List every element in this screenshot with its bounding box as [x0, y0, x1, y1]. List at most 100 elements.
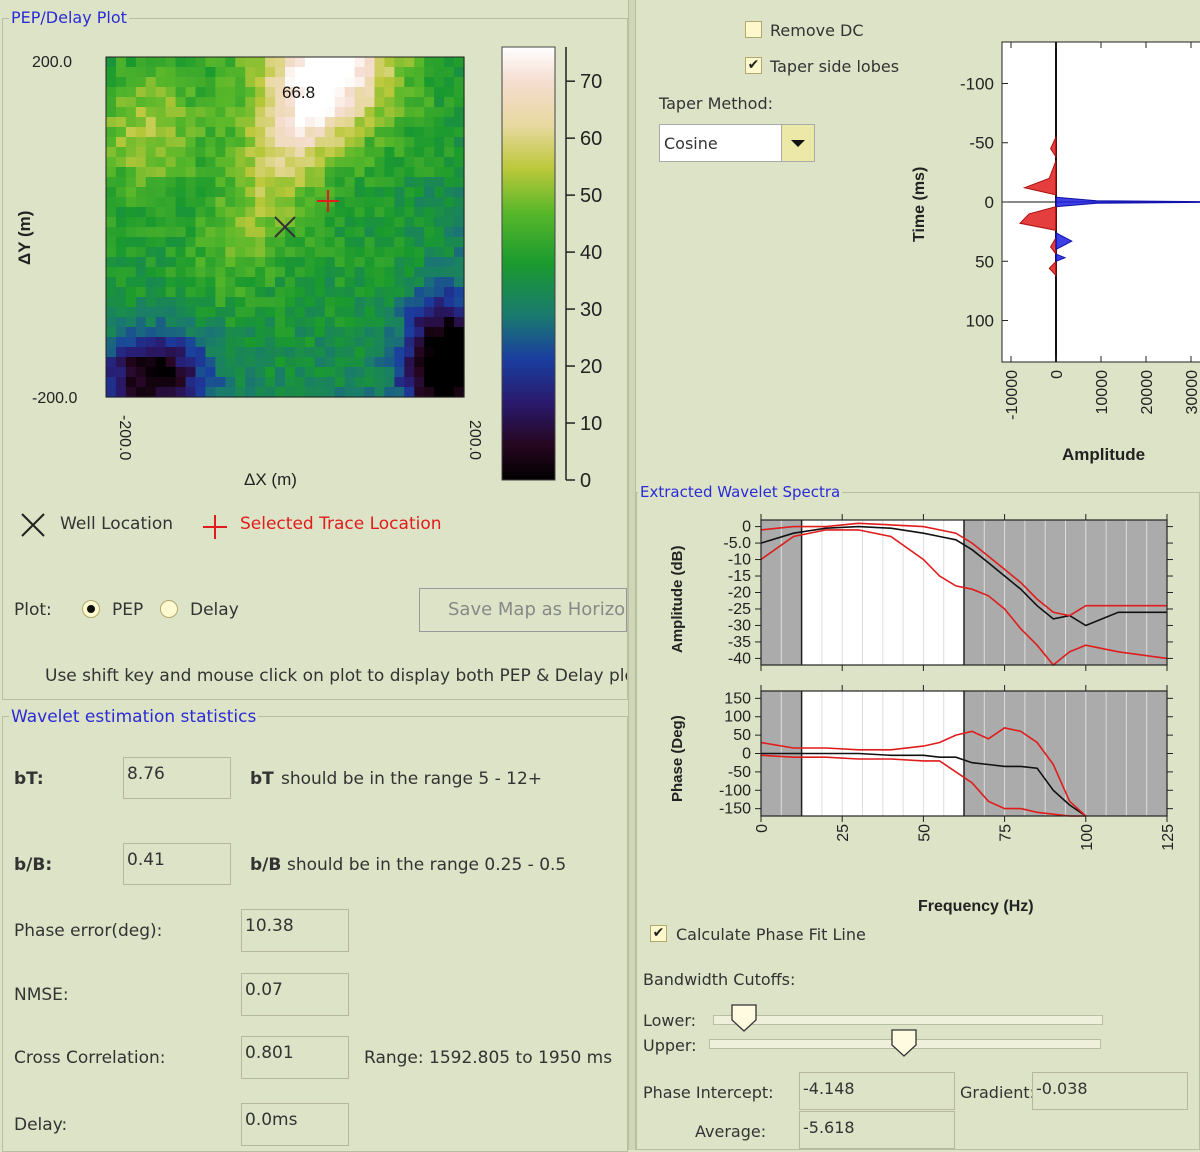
- heatmap-cell: [364, 237, 376, 248]
- heatmap-cell: [135, 117, 147, 128]
- taper-method-select[interactable]: Cosine: [659, 124, 815, 162]
- heatmap-cell: [125, 297, 137, 308]
- heatmap-cell: [215, 67, 226, 78]
- phase-y-tick-label: 50: [733, 727, 751, 744]
- amplitude-db-label: Amplitude (dB): [669, 546, 686, 653]
- heatmap-cell: [265, 377, 276, 388]
- heatmap-cell: [205, 187, 216, 198]
- heatmap-cell: [404, 127, 415, 138]
- heatmap-cell: [275, 187, 286, 198]
- heatmap-cell: [215, 227, 226, 238]
- heatmap-cell: [145, 227, 157, 238]
- heatmap-cell: [374, 177, 386, 188]
- heatmap-cell: [314, 137, 326, 148]
- heatmap-cell: [145, 307, 157, 318]
- heatmap-cell: [175, 247, 187, 258]
- heatmap-cell: [235, 277, 246, 288]
- upper-slider-handle[interactable]: [891, 1029, 917, 1057]
- pane-divider[interactable]: [628, 0, 636, 1150]
- heatmap-cell: [225, 217, 236, 228]
- heatmap-cell: [404, 177, 415, 188]
- heatmap-cell: [294, 247, 306, 258]
- heatmap-cell: [275, 57, 286, 68]
- taper-checkbox[interactable]: ✔: [745, 57, 762, 74]
- heatmap-cell: [125, 287, 137, 298]
- save-map-button[interactable]: Save Map as Horizon: [419, 588, 627, 632]
- radio-pep[interactable]: [82, 600, 100, 618]
- heatmap-cell: [444, 387, 455, 398]
- nmse-field[interactable]: 0.07: [241, 973, 349, 1016]
- nmse-label: NMSE:: [14, 985, 69, 1005]
- spectra-plots[interactable]: 0-5.0-10-15-20-25-30-35-40 150100500-50-…: [640, 505, 1196, 925]
- heatmap-cell: [434, 187, 445, 198]
- phase-error-field[interactable]: 10.38: [241, 909, 349, 952]
- heatmap-cell: [334, 387, 346, 398]
- phase-intercept-label: Phase Intercept:: [643, 1083, 774, 1102]
- remove-dc-checkbox[interactable]: [745, 21, 762, 38]
- heatmap-cell: [275, 277, 286, 288]
- heatmap-cell: [414, 57, 425, 68]
- phase-intercept-field[interactable]: -4.148: [799, 1072, 955, 1110]
- heatmap-cell: [364, 337, 376, 348]
- heatmap-cell: [225, 157, 236, 168]
- lower-slider-track[interactable]: [713, 1015, 1103, 1025]
- heatmap-cell: [106, 267, 117, 278]
- heatmap-cell: [434, 77, 445, 88]
- average-field[interactable]: -5.618: [799, 1111, 955, 1149]
- heatmap-cell: [185, 67, 197, 78]
- selected-trace-legend-icon: [202, 514, 228, 540]
- heatmap-cell: [205, 247, 216, 258]
- heatmap-cell: [215, 127, 226, 138]
- heatmap-cell: [374, 97, 386, 108]
- heatmap-cell: [115, 97, 127, 108]
- heatmap-cell: [265, 247, 276, 258]
- heatmap-cell: [106, 387, 117, 398]
- heatmap-cell: [165, 87, 177, 98]
- heatmap-cell: [324, 97, 336, 108]
- heatmap-cell: [394, 267, 405, 278]
- heatmap-cell: [414, 387, 425, 398]
- heatmap-cell: [235, 367, 246, 378]
- heatmap-cell: [115, 187, 127, 198]
- heatmap-cell: [275, 367, 286, 378]
- heatmap-cell: [175, 97, 187, 108]
- lower-slider-handle[interactable]: [731, 1004, 757, 1032]
- wavelet-plot[interactable]: -100-50050100-10000010000200003000040000…: [900, 30, 1200, 470]
- heatmap-cell: [354, 387, 366, 398]
- heatmap-cell: [135, 197, 147, 208]
- heatmap-cell: [344, 207, 356, 218]
- heatmap-cell: [414, 247, 425, 258]
- heatmap-cell: [125, 157, 137, 168]
- heatmap-cell: [125, 107, 137, 118]
- heatmap-cell: [265, 67, 276, 78]
- heatmap-cell: [215, 167, 226, 178]
- heatmap-cell: [334, 137, 346, 148]
- heatmap-cell: [205, 287, 216, 298]
- heatmap-cell: [165, 277, 177, 288]
- heatmap-cell: [404, 267, 415, 278]
- cross-correlation-field[interactable]: 0.801: [241, 1036, 349, 1079]
- heatmap-cell: [285, 67, 296, 78]
- heatmap-cell: [404, 77, 415, 88]
- heatmap-cell: [294, 187, 306, 198]
- radio-delay[interactable]: [160, 600, 178, 618]
- bt-field[interactable]: 8.76: [123, 757, 231, 799]
- heatmap-cell: [294, 277, 306, 288]
- heatmap-cell: [175, 317, 187, 328]
- delay-field[interactable]: 0.0ms: [241, 1103, 349, 1146]
- gradient-field[interactable]: -0.038: [1032, 1072, 1188, 1110]
- heatmap-cell: [235, 147, 246, 158]
- pep-map-chart[interactable]: 66.8 200.0 -200.0 -200.0 200.0 ΔX (m) ΔY…: [0, 40, 625, 500]
- heatmap-cell: [334, 107, 346, 118]
- heatmap-cell: [344, 77, 356, 88]
- calc-phase-checkbox[interactable]: ✔: [650, 925, 667, 942]
- chevron-down-icon[interactable]: [781, 125, 814, 161]
- heatmap-cell: [384, 297, 395, 308]
- heatmap-cell: [225, 337, 236, 348]
- heatmap-cell: [364, 207, 376, 218]
- heatmap-cell: [414, 97, 425, 108]
- heatmap-cell: [195, 177, 207, 188]
- colorbar-tick-label: 0: [580, 470, 591, 492]
- bB-field[interactable]: 0.41: [123, 843, 231, 885]
- heatmap-cell: [394, 337, 405, 348]
